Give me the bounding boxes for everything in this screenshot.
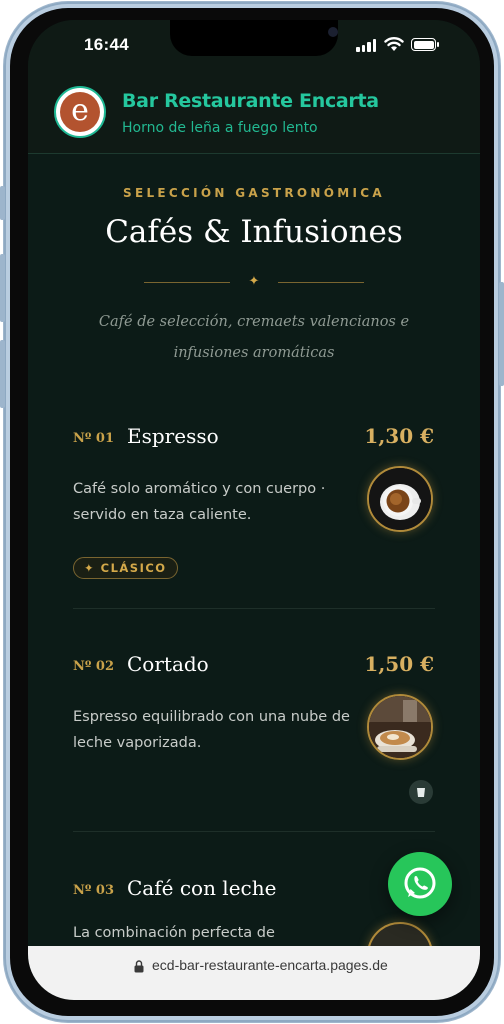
site-header: e Bar Restaurante Encarta Horno de leña … [28,70,480,154]
item-separator [73,608,435,609]
espresso-photo[interactable] [367,466,433,532]
restaurant-logo[interactable]: e [54,86,106,138]
espresso-cup-image [369,468,431,530]
power-button [499,282,504,386]
notch [170,20,338,56]
url-text: ecd-bar-restaurante-encarta.pages.de [152,957,388,973]
cup-icon[interactable] [409,780,433,804]
item-number: Nº 01 [73,431,114,446]
brand-tagline: Horno de leña a fuego lento [122,120,318,136]
item-number: Nº 03 [73,883,114,898]
lock-icon [134,960,144,973]
phone-screen: 16:44 e Bar Restaurante Encarta Horno de… [28,20,480,1000]
item-name: Café con leche [127,876,277,900]
status-bar: 16:44 [28,20,480,70]
cortado-cup-image [369,696,431,758]
sparkle-icon: ✦ [248,274,260,289]
browser-url-bar[interactable]: ecd-bar-restaurante-encarta.pages.de [28,946,480,1000]
item-description: Café solo aromático y con cuerpo · servi… [73,481,326,523]
mute-switch [0,186,5,220]
divider-right [278,282,364,283]
item-name: Espresso [127,424,219,448]
item-name: Cortado [127,652,209,676]
brand-name[interactable]: Bar Restaurante Encarta [122,90,379,112]
cortado-photo[interactable] [367,694,433,760]
item-number: Nº 02 [73,659,114,674]
section-title: Cafés & Infusiones [105,214,403,250]
section-kicker: SELECCIÓN GASTRONÓMICA [123,186,385,200]
item-separator [73,831,435,832]
item-description: La combinación perfecta de [73,925,275,941]
item-price: 1,50 € [364,652,434,676]
badge-clasico: ✦ CLÁSICO [73,557,178,579]
whatsapp-icon [404,867,436,899]
logo-letter: e [60,92,100,132]
signal-icon [356,39,378,52]
section-subtitle: Café de selección, cremaets valencianos … [98,314,410,361]
wifi-icon [384,37,404,51]
volume-up-button [0,254,5,322]
whatsapp-button[interactable] [388,852,452,916]
volume-down-button [0,340,5,408]
battery-icon [411,38,439,51]
item-description: Espresso equilibrado con una nube de lec… [73,709,350,751]
item-price: 1,30 € [364,424,434,448]
front-camera [328,27,338,37]
status-time: 16:44 [84,35,129,54]
